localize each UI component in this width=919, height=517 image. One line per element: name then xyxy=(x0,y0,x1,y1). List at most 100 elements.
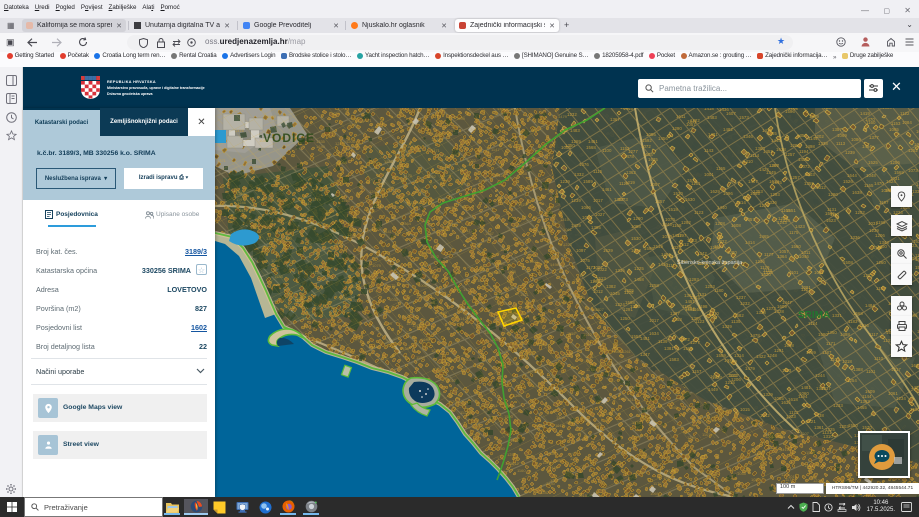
svg-text:1026: 1026 xyxy=(914,142,919,147)
svg-text:1273: 1273 xyxy=(618,197,628,202)
svg-text:1316: 1316 xyxy=(595,447,605,452)
svg-text:1015: 1015 xyxy=(576,295,586,300)
svg-text:1360: 1360 xyxy=(827,330,837,335)
svg-text:1152: 1152 xyxy=(567,331,576,336)
svg-text:1625: 1625 xyxy=(648,157,658,162)
svg-text:1377: 1377 xyxy=(869,135,879,140)
svg-text:1589: 1589 xyxy=(583,179,593,184)
svg-text:1049: 1049 xyxy=(331,111,341,116)
svg-text:1334: 1334 xyxy=(912,189,919,194)
svg-text:1017: 1017 xyxy=(593,198,603,203)
svg-text:1084: 1084 xyxy=(902,120,912,125)
svg-text:1293: 1293 xyxy=(689,277,699,282)
svg-text:1569: 1569 xyxy=(894,170,904,175)
svg-text:1111: 1111 xyxy=(666,263,675,268)
svg-text:1330: 1330 xyxy=(287,305,297,310)
svg-text:1048: 1048 xyxy=(866,173,876,178)
svg-text:1203: 1203 xyxy=(839,424,849,429)
svg-text:1481: 1481 xyxy=(801,385,811,390)
svg-text:1395: 1395 xyxy=(591,225,601,230)
svg-text:1216: 1216 xyxy=(859,323,869,328)
svg-text:1290: 1290 xyxy=(672,126,682,131)
svg-text:1389: 1389 xyxy=(809,114,819,119)
svg-text:1465: 1465 xyxy=(759,234,769,239)
svg-text:Šibensko-kninska županija: Šibensko-kninska županija xyxy=(677,259,743,266)
svg-text:1309: 1309 xyxy=(556,415,566,420)
svg-text:1206: 1206 xyxy=(875,233,885,238)
svg-text:1353: 1353 xyxy=(753,189,763,194)
svg-text:1342: 1342 xyxy=(697,251,707,256)
svg-text:1394: 1394 xyxy=(669,405,679,410)
svg-text:1291: 1291 xyxy=(369,189,379,194)
svg-text:1486: 1486 xyxy=(549,465,559,470)
svg-text:1076: 1076 xyxy=(579,162,589,167)
svg-text:1202: 1202 xyxy=(855,210,865,215)
svg-text:1257: 1257 xyxy=(655,199,665,204)
svg-text:1364: 1364 xyxy=(816,386,826,391)
svg-text:1033: 1033 xyxy=(389,297,399,302)
svg-text:1312: 1312 xyxy=(816,185,826,190)
svg-text:1611: 1611 xyxy=(676,114,686,119)
svg-text:1632: 1632 xyxy=(362,274,372,279)
svg-text:1371: 1371 xyxy=(217,158,227,163)
svg-text:1232: 1232 xyxy=(740,301,750,306)
svg-text:1647: 1647 xyxy=(485,231,495,236)
svg-text:1012: 1012 xyxy=(593,289,603,294)
svg-text:1478: 1478 xyxy=(750,333,760,338)
svg-text:1279: 1279 xyxy=(312,197,322,202)
svg-text:1634: 1634 xyxy=(649,331,659,336)
svg-text:1349: 1349 xyxy=(766,170,776,175)
svg-text:1115: 1115 xyxy=(593,169,603,174)
svg-text:1329: 1329 xyxy=(763,392,773,397)
svg-text:1101: 1101 xyxy=(866,369,876,374)
svg-text:1239: 1239 xyxy=(845,150,855,155)
svg-text:1206: 1206 xyxy=(346,139,356,144)
svg-text:1236: 1236 xyxy=(755,259,765,264)
svg-text:1456: 1456 xyxy=(658,136,668,141)
svg-text:1629: 1629 xyxy=(603,248,613,253)
svg-text:1143: 1143 xyxy=(704,148,714,153)
svg-text:1479: 1479 xyxy=(558,114,568,119)
svg-text:1197: 1197 xyxy=(677,233,687,238)
svg-text:1590: 1590 xyxy=(910,407,919,412)
svg-text:1627: 1627 xyxy=(420,125,430,130)
svg-text:1224: 1224 xyxy=(615,302,625,307)
svg-text:1624: 1624 xyxy=(886,179,896,184)
svg-text:1283: 1283 xyxy=(776,434,786,439)
svg-text:1407: 1407 xyxy=(748,179,758,184)
svg-text:1256: 1256 xyxy=(890,160,900,165)
svg-text:1445: 1445 xyxy=(771,138,781,143)
svg-text:1323: 1323 xyxy=(712,375,722,380)
svg-text:1242: 1242 xyxy=(760,413,770,418)
svg-text:1160: 1160 xyxy=(866,120,876,125)
svg-text:1347: 1347 xyxy=(640,352,650,357)
svg-text:1483: 1483 xyxy=(707,115,717,120)
svg-text:1246: 1246 xyxy=(237,200,247,205)
svg-text:1293: 1293 xyxy=(770,192,780,197)
svg-text:1113: 1113 xyxy=(836,141,846,146)
svg-text:1070: 1070 xyxy=(665,217,675,222)
svg-text:1329: 1329 xyxy=(573,278,583,283)
svg-text:1599: 1599 xyxy=(456,116,466,121)
svg-text:1257: 1257 xyxy=(785,152,795,157)
svg-text:1526: 1526 xyxy=(843,179,853,184)
svg-text:1129: 1129 xyxy=(620,108,630,110)
svg-text:1423: 1423 xyxy=(795,224,805,229)
svg-text:1388: 1388 xyxy=(853,367,863,372)
svg-text:1086: 1086 xyxy=(851,137,861,142)
svg-text:1221: 1221 xyxy=(806,419,816,424)
svg-text:1269: 1269 xyxy=(707,418,717,423)
svg-text:1588: 1588 xyxy=(625,300,635,305)
svg-text:1484: 1484 xyxy=(641,406,651,411)
svg-text:1113: 1113 xyxy=(782,368,792,373)
svg-text:1187: 1187 xyxy=(822,350,832,355)
svg-text:1032: 1032 xyxy=(431,348,441,353)
svg-text:1012: 1012 xyxy=(510,461,520,466)
svg-text:1416: 1416 xyxy=(369,344,379,349)
svg-text:1194: 1194 xyxy=(799,149,809,154)
svg-text:1318: 1318 xyxy=(842,359,852,364)
svg-text:1172: 1172 xyxy=(785,477,794,482)
svg-text:1416: 1416 xyxy=(235,128,245,133)
svg-text:1131: 1131 xyxy=(827,207,837,212)
svg-text:1171: 1171 xyxy=(363,118,372,123)
